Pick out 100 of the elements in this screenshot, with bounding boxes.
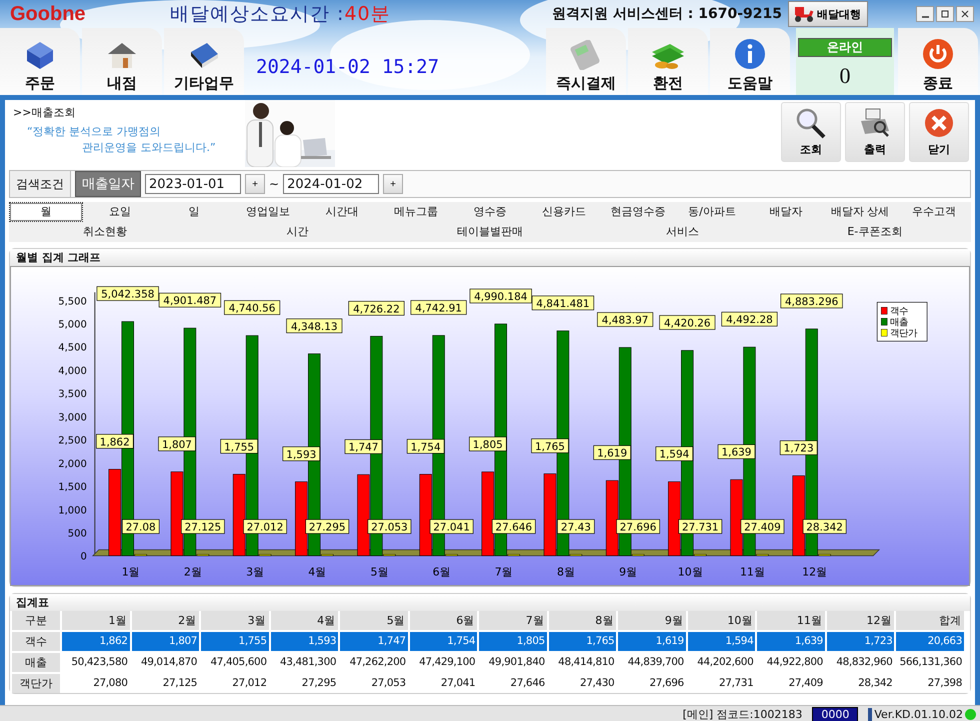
panel-title: 집계표 <box>10 594 970 611</box>
close-button[interactable] <box>956 6 974 22</box>
data-label: 4,492.28 <box>726 314 773 326</box>
report-tab[interactable]: 우수고객 <box>897 202 971 222</box>
criterion-button[interactable]: 매출일자 <box>75 171 141 197</box>
data-label: 27.43 <box>557 519 595 534</box>
data-label: 1,755 <box>220 438 258 454</box>
report-tab[interactable]: 테이블별판매 <box>394 222 586 242</box>
data-label: 4,483.97 <box>602 314 648 327</box>
online-count: 0 <box>840 63 850 89</box>
table-cell: 1,755 <box>201 632 269 651</box>
data-label: 28.342 <box>806 521 843 534</box>
report-tab[interactable]: 배달자 <box>749 202 823 222</box>
category-label: 3월 <box>246 566 264 579</box>
report-tab[interactable]: 현금영수증 <box>601 202 675 222</box>
date-step-button[interactable]: + <box>245 174 265 194</box>
column-header: 9월 <box>618 611 686 630</box>
chart-legend <box>876 302 928 342</box>
data-label: 27.295 <box>305 519 350 534</box>
data-label: 5,042.358 <box>101 288 154 301</box>
data-label: 4,492.28 <box>721 312 778 326</box>
report-tab[interactable]: 요일 <box>83 202 157 222</box>
data-label: 27.125 <box>181 519 225 534</box>
maximize-button[interactable] <box>936 6 954 22</box>
menu-tab[interactable]: 환전 <box>628 28 708 95</box>
y-tick-label: 5,000 <box>58 319 87 330</box>
table-cell: 1,754 <box>410 632 478 651</box>
menu-tab[interactable]: 내점 <box>82 28 162 95</box>
data-label: 4,742.91 <box>410 300 467 315</box>
menu-tab[interactable]: 도움말 <box>710 28 790 95</box>
datetime: 2024-01-02 15:27 <box>256 56 440 78</box>
menu-tab[interactable]: 즉시결제 <box>546 28 626 95</box>
column-header: 11월 <box>757 611 825 630</box>
action-button[interactable]: 조회 <box>781 102 841 162</box>
close-icon <box>961 10 969 18</box>
report-tab[interactable]: 시간 <box>201 222 394 242</box>
menu-tab[interactable]: 주문 <box>0 28 80 95</box>
data-label: 1,747 <box>344 439 382 454</box>
report-tab[interactable]: 메뉴그룹 <box>379 202 453 222</box>
data-label: 1,807 <box>162 438 192 451</box>
table-cell: 1,639 <box>757 632 825 651</box>
data-label: 4,726.22 <box>353 303 400 316</box>
report-tab[interactable]: 시간대 <box>305 202 379 222</box>
minimize-button[interactable] <box>916 6 934 22</box>
data-label: 4,726.22 <box>348 300 404 316</box>
report-tab[interactable]: 서비스 <box>586 222 779 242</box>
report-tab[interactable]: 영수증 <box>453 202 527 222</box>
data-label: 1,593 <box>282 446 320 462</box>
store-code-text: [메인] 점코드:1002183 <box>682 706 802 721</box>
column-header: 6월 <box>410 611 478 630</box>
support-center-text: 원격지원 서비스센터 : 1670-9215 <box>552 5 782 23</box>
table-cell: 1,747 <box>340 632 408 651</box>
date-field[interactable]: 2023-01-01 <box>145 174 241 194</box>
data-label: 27.012 <box>246 522 284 534</box>
category-label: 1월 <box>122 566 140 579</box>
report-tab[interactable]: 월 <box>9 202 83 222</box>
data-label: 4,901.487 <box>158 292 222 308</box>
data-label: 4,742.91 <box>415 302 462 314</box>
data-label: 27.041 <box>430 519 474 534</box>
exit-tab[interactable]: 종료 <box>898 28 978 95</box>
action-button[interactable]: 닫기 <box>909 102 969 162</box>
table-cell: 1,619 <box>618 632 686 651</box>
report-tab[interactable]: 취소현황 <box>9 222 202 242</box>
data-label: 27.08 <box>126 522 156 534</box>
date-step-button[interactable]: + <box>383 174 404 194</box>
y-tick-label: 500 <box>68 528 87 540</box>
info-icon <box>734 38 766 70</box>
data-label: 1,807 <box>158 436 196 452</box>
data-label: 4,348.13 <box>290 320 338 333</box>
data-label: 4,483.97 <box>597 312 654 327</box>
range-separator: ~ <box>269 177 280 191</box>
column-header: 3월 <box>201 611 269 630</box>
report-tab[interactable]: 일 <box>157 202 231 222</box>
data-label: 5,042.358 <box>96 286 159 301</box>
table-cell: 1,862 <box>62 632 130 651</box>
date-field[interactable]: 2024-01-02 <box>283 174 380 194</box>
category-label: 9월 <box>619 566 638 579</box>
action-button[interactable]: 출력 <box>845 102 905 162</box>
data-label: 27.053 <box>368 519 412 534</box>
data-label: 1,805 <box>469 436 507 452</box>
report-tab[interactable]: 영업일보 <box>231 202 305 222</box>
delivery-button[interactable]: 배달대행 <box>788 1 868 27</box>
column-header: 1월 <box>62 611 130 630</box>
data-label: 27.731 <box>678 519 722 534</box>
column-header: 5월 <box>340 611 408 630</box>
data-label: 28.342 <box>802 519 846 534</box>
data-label: 27.012 <box>243 519 287 534</box>
report-tab[interactable]: 배달자 상세 <box>823 202 897 222</box>
y-axis: 0 500 1,000 1,500 2,000 2,500 3,000 3,500 4,000 4,500 5,000 5,500 <box>58 292 96 563</box>
maximize-icon <box>941 10 949 18</box>
status-dot <box>965 708 976 720</box>
slogan: “정확한 분석으로 가맹점의 관리운영을 도와드립니다.” <box>27 124 216 156</box>
y-tick-label: 4,000 <box>58 366 87 377</box>
menu-tab[interactable]: 기타업무 <box>164 28 244 95</box>
report-tab[interactable]: E-쿠폰조회 <box>778 222 972 242</box>
report-tab[interactable]: 신용카드 <box>527 202 601 222</box>
data-label: 27.731 <box>682 521 719 534</box>
data-label: 1,862 <box>96 434 134 449</box>
report-tab[interactable]: 동/아파트 <box>675 202 749 222</box>
code-box: 0000 <box>812 706 858 721</box>
